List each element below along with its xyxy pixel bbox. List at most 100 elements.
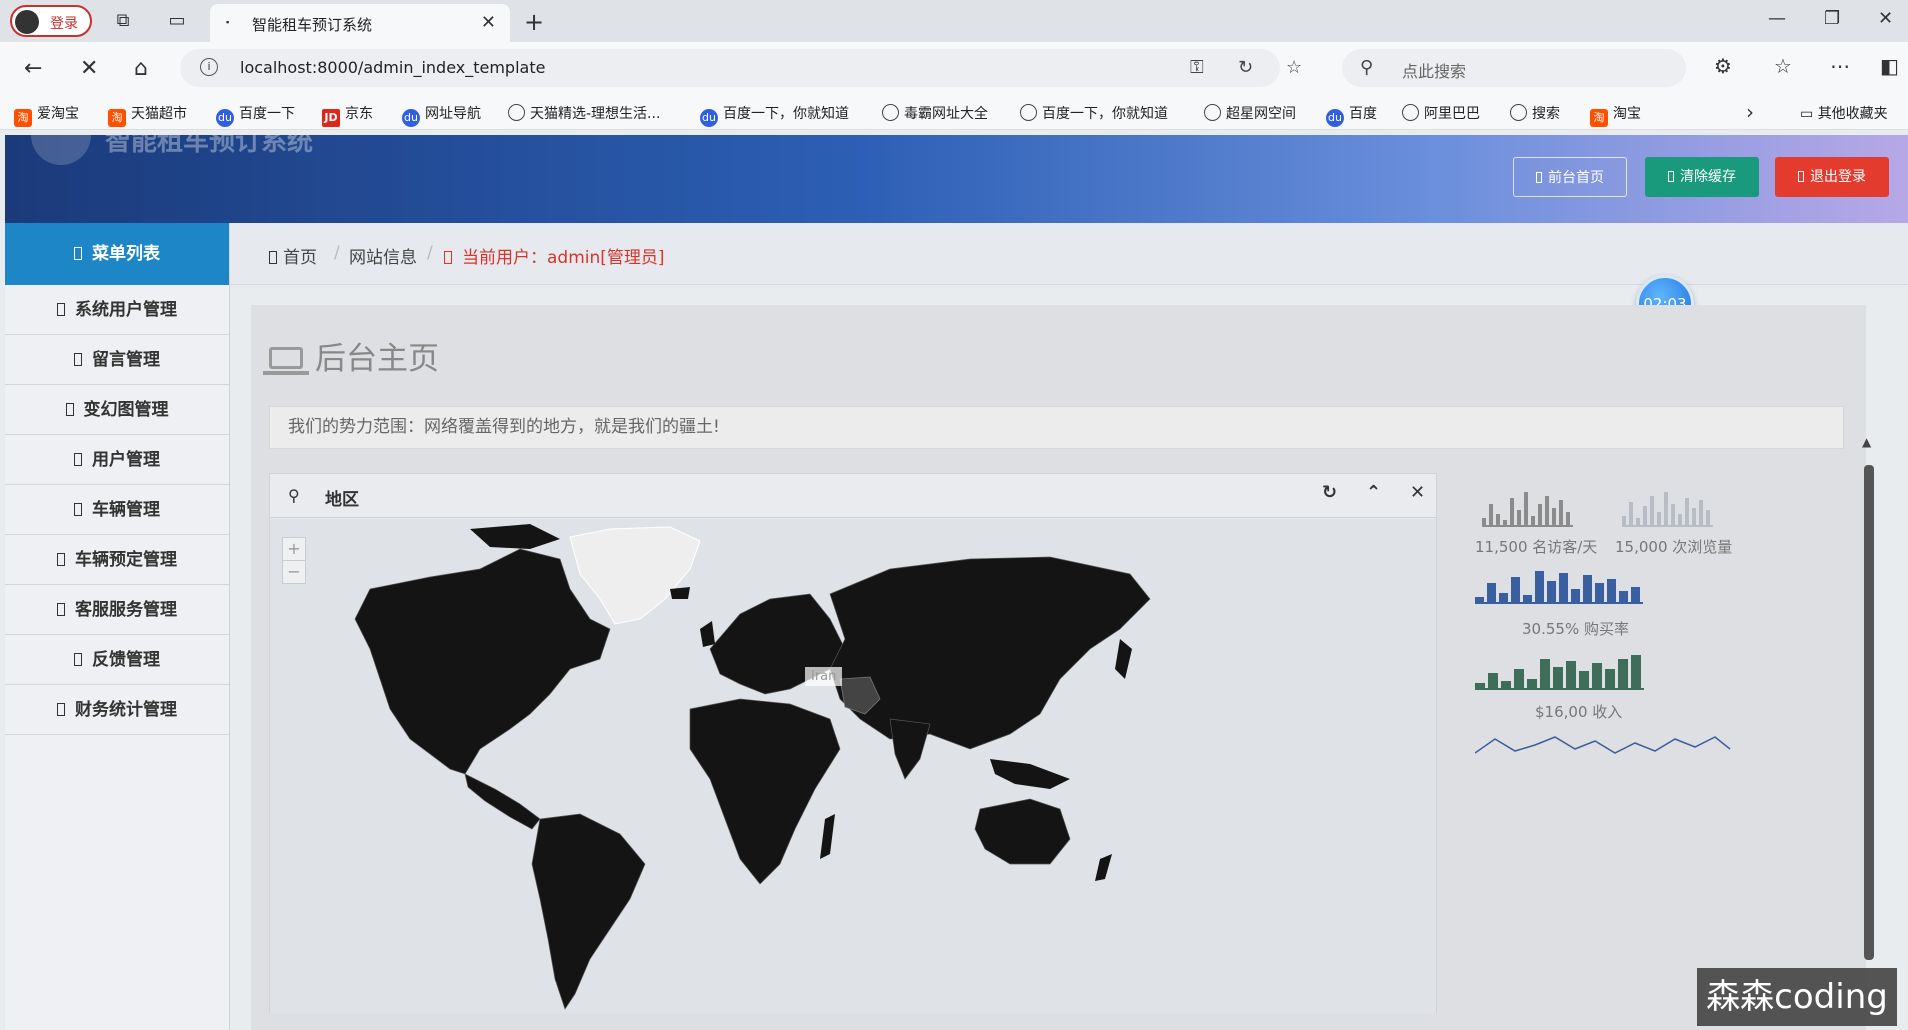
spark-bar [1517, 510, 1521, 526]
sidebar-item-messages[interactable]: 留言管理 [5, 335, 229, 385]
scrollbar-thumb[interactable] [1864, 465, 1874, 960]
refresh-edge-icon[interactable]: ↻ [1238, 57, 1253, 78]
sidebar-item-vehicles[interactable]: 车辆管理 [5, 485, 229, 535]
spark-bar [1524, 492, 1528, 526]
tab-actions-icon[interactable]: ▭ [166, 10, 188, 32]
clear-cache-button[interactable]: 清除缓存 [1645, 157, 1759, 197]
url-field[interactable]: i localhost:8000/admin_index_template ⚿ … [180, 49, 1302, 87]
collapse-icon[interactable]: ⌃ [1366, 482, 1381, 503]
bookmark-item[interactable]: 淘淘宝 [1590, 103, 1641, 127]
bookmark-item[interactable]: du 百度 [1326, 103, 1377, 127]
spark-bar [1579, 671, 1589, 689]
refresh-icon[interactable]: ↻ [1322, 482, 1337, 503]
spark-bar [1496, 514, 1500, 526]
favorite-star-icon[interactable]: ☆ [1286, 57, 1302, 78]
breadcrumb-home[interactable]: 首页 [269, 243, 317, 268]
menu-item-icon [57, 703, 65, 716]
address-bar-row: ← ✕ ⌂ i localhost:8000/admin_index_templ… [0, 42, 1908, 94]
scroll-up-icon[interactable]: ▲ [1862, 435, 1871, 449]
sidebar-item-customer-service[interactable]: 客服服务管理 [5, 585, 229, 635]
search-icon: ⚲ [1360, 57, 1374, 78]
zoom-out-button[interactable]: − [282, 560, 306, 584]
spark-bar [1566, 512, 1570, 526]
spark-bar [1514, 669, 1524, 689]
sidebar-item-carousel[interactable]: 变幻图管理 [5, 385, 229, 435]
other-bookmarks-folder[interactable]: ▭ 其他收藏夹 [1800, 103, 1888, 123]
profile-login-button[interactable]: 登录 [10, 5, 92, 37]
spark-bar [1631, 587, 1640, 603]
tab-close-icon[interactable]: ✕ [481, 12, 496, 33]
workspaces-icon[interactable]: ⧉ [112, 10, 134, 32]
arctic-islands [470, 524, 560, 549]
browser-tab-strip: 登录 ⧉ ▭ ⠂ 智能租车预订系统 ✕ + — ❐ ✕ [0, 0, 1908, 42]
restore-icon[interactable]: ❐ [1824, 8, 1840, 29]
globe-icon [1204, 104, 1221, 121]
spark-bar [1706, 510, 1710, 526]
spark-bar [1538, 504, 1542, 526]
key-icon[interactable]: ⚿ [1190, 57, 1204, 78]
url-text: localhost:8000/admin_index_template [240, 58, 546, 77]
south-america [531, 813, 646, 1010]
spark-bar [1629, 502, 1633, 526]
central-america [464, 773, 541, 830]
sidebar-item-feedback[interactable]: 反馈管理 [5, 635, 229, 685]
bookmark-item[interactable]: 百度一下，你就知道 [1020, 103, 1168, 123]
bookmark-item[interactable]: du 百度一下 [216, 103, 295, 127]
logout-button[interactable]: 退出登录 [1775, 157, 1889, 197]
spark-bar [1527, 679, 1537, 689]
stop-icon[interactable]: ✕ [80, 56, 98, 81]
extensions-icon[interactable]: ⚙ [1714, 54, 1732, 78]
bookmark-item[interactable]: 超星网空间 [1204, 103, 1296, 123]
sidebar-toggle-icon[interactable]: ◧ [1880, 54, 1899, 78]
search-input[interactable]: ⚲ 点此搜索 [1342, 49, 1686, 87]
favorites-icon[interactable]: ☆ [1774, 54, 1792, 78]
spark-bar [1622, 516, 1626, 526]
home-icon[interactable]: ⌂ [134, 56, 148, 81]
menu-item-icon [74, 453, 82, 466]
spark-bar [1559, 500, 1563, 526]
region-map-panel: ⚲ 地区 ↻ ⌃ ✕ + − Iran [269, 473, 1437, 1013]
bookmark-item[interactable]: 淘爱淘宝 [14, 103, 79, 127]
income-sparkline [1475, 655, 1644, 690]
sidebar-item-reservations[interactable]: 车辆预定管理 [5, 535, 229, 585]
zoom-in-button[interactable]: + [282, 537, 306, 561]
baidu-icon: du [700, 109, 718, 127]
menu-item-icon [57, 553, 65, 566]
tab-active[interactable]: ⠂ 智能租车预订系统 ✕ [210, 4, 510, 42]
spark-bar [1540, 659, 1550, 689]
close-icon[interactable]: ✕ [1410, 482, 1425, 503]
bookmark-item[interactable]: 淘天猫超市 [108, 103, 187, 127]
back-icon[interactable]: ← [24, 56, 42, 81]
menu-item-icon [57, 603, 65, 616]
more-menu-icon[interactable]: ⋯ [1830, 54, 1850, 78]
world-map-svg [354, 524, 1151, 1010]
chevron-right-icon[interactable]: › [1746, 100, 1754, 124]
bookmark-item[interactable]: 毒霸网址大全 [882, 103, 988, 123]
breadcrumb-current-user: 当前用户：admin[管理员] [444, 243, 665, 268]
spark-bar [1511, 577, 1520, 603]
breadcrumb-site-info[interactable]: 网站信息 [349, 243, 417, 268]
new-tab-icon[interactable]: + [524, 8, 544, 36]
minimize-icon[interactable]: — [1768, 8, 1786, 29]
iceland [670, 587, 690, 599]
taobao-icon: 淘 [14, 109, 32, 127]
window-close-icon[interactable]: ✕ [1878, 8, 1893, 29]
bookmark-item[interactable]: 天猫精选-理想生活... [508, 103, 660, 123]
sidebar-item-finance[interactable]: 财务统计管理 [5, 685, 229, 735]
sidebar-item-users[interactable]: 用户管理 [5, 435, 229, 485]
bookmark-item[interactable]: JD 京东 [322, 103, 373, 127]
visitors-sparkline [1482, 492, 1573, 527]
watermark: 森森coding [1697, 968, 1897, 1026]
bookmark-item[interactable]: 阿里巴巴 [1402, 103, 1480, 123]
spark-bar [1489, 504, 1493, 526]
site-info-icon[interactable]: i [200, 58, 218, 76]
bookmark-item[interactable]: du 百度一下，你就知道 [700, 103, 849, 127]
loading-icon: ⠂ [224, 14, 236, 33]
bookmark-item[interactable]: du 网址导航 [402, 103, 481, 127]
bookmark-item[interactable]: 搜索 [1510, 103, 1560, 123]
world-map[interactable]: + − Iran [270, 519, 1436, 1013]
spark-bar [1583, 575, 1592, 603]
sidebar-item-system-users[interactable]: 系统用户管理 [5, 285, 229, 335]
spark-bar [1535, 571, 1544, 603]
front-home-button[interactable]: 前台首页 [1513, 157, 1627, 197]
